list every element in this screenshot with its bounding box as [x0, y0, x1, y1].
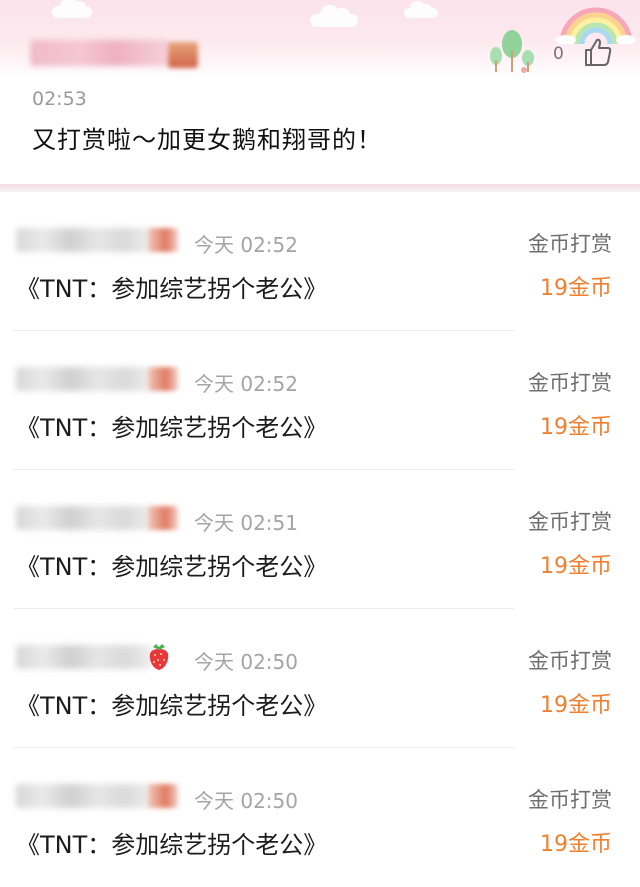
reward-user-name-blurred[interactable] [16, 506, 152, 530]
reward-user-name-blurred[interactable] [16, 367, 152, 391]
reward-book-title[interactable]: 《TNT：参加综艺拐个老公》 [16, 269, 327, 304]
reward-type: 金币打赏 [528, 788, 612, 812]
reward-amount: 19金币 [540, 693, 612, 718]
post-text: 又打赏啦～加更女鹅和翔哥的！ [32, 126, 382, 154]
reward-amount: 19金币 [540, 832, 612, 857]
reward-amount: 19金币 [540, 415, 612, 440]
reward-user-name-blurred[interactable] [16, 784, 152, 808]
reward-item[interactable]: 今天 02:51 金币打赏 《TNT：参加综艺拐个老公》 19金币 [0, 470, 640, 609]
reward-amount: 19金币 [540, 554, 612, 579]
reward-user-badge [148, 228, 178, 252]
reward-amount: 19金币 [540, 276, 612, 301]
reward-item[interactable]: 今天 02:50 金币打赏 《TNT：参加综艺拐个老公》 19金币 [0, 609, 640, 748]
reward-time: 今天 02:51 [194, 511, 298, 535]
reward-list: 今天 02:52 金币打赏 《TNT：参加综艺拐个老公》 19金币 今天 02:… [0, 192, 640, 885]
reward-type: 金币打赏 [528, 371, 612, 395]
reward-type: 金币打赏 [528, 649, 612, 673]
reward-item[interactable]: 今天 02:52 金币打赏 《TNT：参加综艺拐个老公》 19金币 [0, 331, 640, 470]
reward-book-title[interactable]: 《TNT：参加综艺拐个老公》 [16, 686, 327, 721]
reward-book-title[interactable]: 《TNT：参加综艺拐个老公》 [16, 408, 327, 443]
reward-time: 今天 02:52 [194, 233, 298, 257]
tree-icon [490, 30, 534, 73]
post-card: 0 02:53 又打赏啦～加更女鹅和翔哥的！ [0, 0, 640, 185]
post-time: 02:53 [32, 88, 87, 110]
like-count: 0 [553, 44, 564, 64]
reward-user-badge [148, 367, 178, 391]
reward-user-name-blurred[interactable] [16, 228, 152, 252]
reward-time: 今天 02:50 [194, 789, 298, 813]
reward-book-title[interactable]: 《TNT：参加综艺拐个老公》 [16, 547, 327, 582]
cloud-decoration [52, 0, 92, 18]
cloud-decoration [404, 1, 438, 18]
reward-type: 金币打赏 [528, 232, 612, 256]
reward-type: 金币打赏 [528, 510, 612, 534]
reward-item[interactable]: 今天 02:52 金币打赏 《TNT：参加综艺拐个老公》 19金币 [0, 192, 640, 331]
section-divider [0, 184, 640, 192]
reward-user-name-blurred[interactable] [16, 645, 152, 669]
strawberry-icon [149, 644, 169, 670]
cloud-decoration [310, 5, 358, 27]
reward-item[interactable]: 今天 02:50 金币打赏 《TNT：参加综艺拐个老公》 19金币 [0, 748, 640, 887]
post-author-name-blurred[interactable] [30, 40, 170, 66]
reward-time: 今天 02:50 [194, 650, 298, 674]
reward-book-title[interactable]: 《TNT：参加综艺拐个老公》 [16, 825, 327, 860]
reward-user-badge [148, 784, 178, 808]
reward-user-badge [148, 506, 178, 530]
reward-time: 今天 02:52 [194, 372, 298, 396]
thumbs-up-icon[interactable] [582, 36, 614, 68]
post-author-badge [168, 42, 198, 68]
